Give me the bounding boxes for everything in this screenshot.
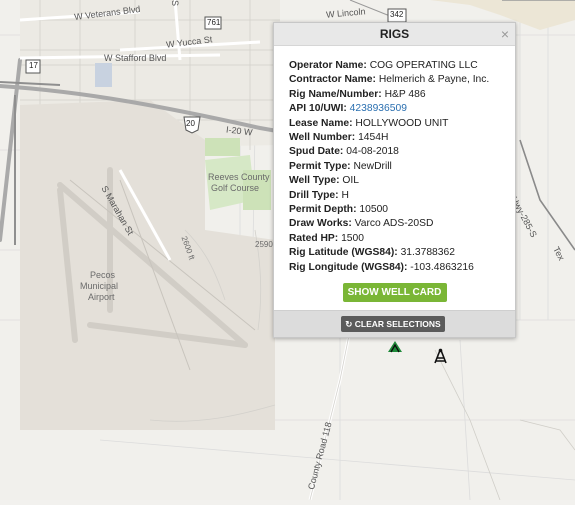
detail-key: Rig Longitude (WGS84): bbox=[289, 261, 408, 273]
detail-key: Spud Date: bbox=[289, 146, 344, 158]
detail-value: 10500 bbox=[359, 204, 389, 216]
refresh-icon: ↻ bbox=[345, 319, 353, 329]
detail-value: 1454H bbox=[358, 132, 389, 144]
us-shield bbox=[25, 59, 41, 74]
interstate-shield bbox=[183, 116, 201, 134]
detail-key: Lease Name: bbox=[289, 117, 353, 129]
detail-value: 1500 bbox=[341, 232, 364, 244]
detail-value: COG OPERATING LLC bbox=[369, 60, 478, 71]
detail-value: 31.3788362 bbox=[400, 247, 455, 259]
clear-selections-button[interactable]: ↻ CLEAR SELECTIONS bbox=[341, 316, 445, 332]
detail-row: Operator Name: COG OPERATING LLC bbox=[289, 59, 515, 73]
detail-row: Lease Name: HOLLYWOOD UNIT bbox=[289, 117, 515, 131]
detail-row: Well Number: 1454H bbox=[289, 131, 515, 145]
detail-value: Varco ADS-20SD bbox=[354, 218, 434, 230]
state-shield bbox=[204, 16, 222, 30]
detail-row: Contractor Name: Helmerich & Payne, Inc. bbox=[289, 73, 515, 87]
detail-row: Well Type: OIL bbox=[289, 174, 515, 188]
rig-selected-icon[interactable] bbox=[387, 339, 403, 353]
detail-key: Rig Name/Number: bbox=[289, 88, 382, 100]
detail-row: Permit Depth: 10500 bbox=[289, 203, 515, 217]
detail-row: Permit Type: NewDrill bbox=[289, 160, 515, 174]
detail-key: Rig Latitude (WGS84): bbox=[289, 247, 398, 259]
detail-row: Draw Works: Varco ADS-20SD bbox=[289, 217, 515, 231]
rig-info-popup: RIGS × Operator Name: COG OPERATING LLC C… bbox=[273, 22, 516, 338]
highway-shield bbox=[387, 8, 407, 23]
detail-key: Rated HP: bbox=[289, 232, 339, 244]
detail-row: Rig Name/Number: H&P 486 bbox=[289, 88, 515, 102]
detail-key: Operator Name: bbox=[289, 60, 367, 71]
show-well-card-button[interactable]: SHOW WELL CARD bbox=[342, 283, 447, 303]
detail-key: Well Number: bbox=[289, 132, 356, 144]
detail-value: -103.4863216 bbox=[410, 261, 474, 273]
detail-row: Rig Longitude (WGS84): -103.4863216 bbox=[289, 261, 515, 275]
detail-value: H bbox=[341, 189, 349, 201]
popup-title: RIGS bbox=[379, 27, 410, 41]
detail-value: H&P 486 bbox=[384, 88, 426, 100]
detail-row: Drill Type: H bbox=[289, 189, 515, 203]
rig-icon[interactable] bbox=[434, 348, 447, 364]
detail-key: Well Type: bbox=[289, 175, 340, 187]
detail-key: API 10/UWI: bbox=[289, 103, 347, 115]
detail-key: Contractor Name: bbox=[289, 74, 376, 86]
detail-row: Rated HP: 1500 bbox=[289, 232, 515, 246]
clear-selections-label: CLEAR SELECTIONS bbox=[354, 319, 441, 329]
detail-value: OIL bbox=[342, 175, 360, 187]
detail-key: Draw Works: bbox=[289, 218, 352, 230]
detail-key: Permit Type: bbox=[289, 160, 351, 172]
detail-row: Rig Latitude (WGS84): 31.3788362 bbox=[289, 246, 515, 260]
detail-key: Permit Depth: bbox=[289, 204, 357, 216]
detail-value: HOLLYWOOD UNIT bbox=[355, 117, 449, 129]
detail-value: NewDrill bbox=[353, 160, 392, 172]
detail-value: Helmerich & Payne, Inc. bbox=[378, 74, 490, 86]
detail-key: Drill Type: bbox=[289, 189, 339, 201]
api-uwi-link[interactable]: 4238936509 bbox=[350, 103, 407, 114]
rig-details: Operator Name: COG OPERATING LLC Contract… bbox=[274, 46, 515, 275]
close-icon[interactable]: × bbox=[501, 25, 509, 43]
popup-header: RIGS × bbox=[274, 23, 515, 46]
popup-footer: ↻ CLEAR SELECTIONS bbox=[274, 310, 515, 337]
detail-row: API 10/UWI: 4238936509 bbox=[289, 102, 515, 116]
detail-value: 04-08-2018 bbox=[346, 146, 399, 158]
detail-row: Spud Date: 04-08-2018 bbox=[289, 145, 515, 159]
